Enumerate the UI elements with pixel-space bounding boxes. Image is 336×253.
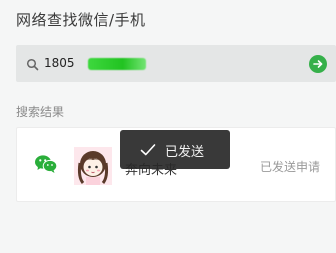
page-title: 网络查找微信/手机 [16, 11, 146, 29]
avatar [74, 147, 112, 185]
arrow-right-icon [313, 60, 323, 68]
search-bar[interactable] [16, 45, 336, 82]
check-icon [140, 142, 156, 156]
search-input[interactable] [44, 54, 294, 72]
toast-notification: 已发送 [120, 130, 230, 169]
result-status: 已发送申请 [260, 160, 321, 174]
search-go-button[interactable] [309, 55, 327, 73]
redacted-phone-digits [88, 58, 146, 70]
toast-message: 已发送 [165, 145, 205, 160]
search-icon [26, 57, 40, 71]
wechat-icon [34, 153, 58, 175]
search-results-label: 搜索结果 [16, 105, 65, 119]
